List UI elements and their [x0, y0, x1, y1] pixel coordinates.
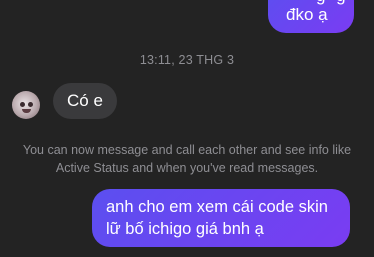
message-timestamp: 13:11, 23 THG 3 — [139, 53, 235, 67]
outgoing-message-bubble[interactable]: anh cho em xem cái code skin lữ bố ichig… — [92, 189, 350, 247]
chat-thread: g g đko ạ 13:11, 23 THG 3 Có e You can n… — [0, 0, 374, 257]
contact-avatar[interactable] — [12, 91, 40, 119]
avatar-eye-left — [20, 102, 25, 107]
outgoing-message-line-2: lữ bố ichigo giá bnh ạ — [106, 220, 264, 238]
avatar-mouth — [22, 109, 31, 113]
incoming-message-bubble[interactable]: Có e — [53, 83, 117, 119]
incoming-message-text: Có e — [67, 91, 103, 110]
system-notice: You can now message and call each other … — [22, 143, 352, 175]
avatar-eye-right — [28, 102, 33, 107]
previous-message-text: đko ạ — [286, 5, 328, 24]
outgoing-message-line-1: anh cho em xem cái code skin — [106, 198, 328, 216]
